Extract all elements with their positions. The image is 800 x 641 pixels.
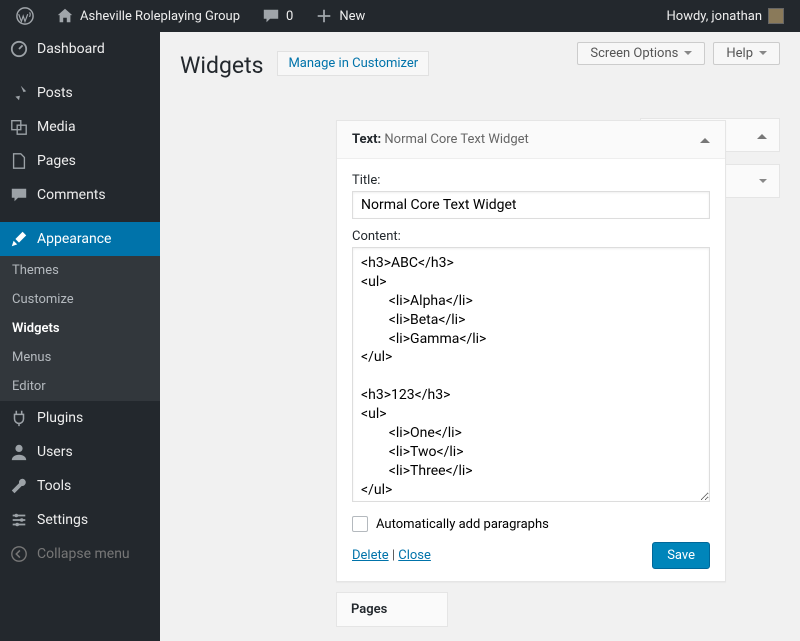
title-input[interactable] (352, 191, 710, 219)
admin-bar: Asheville Roleplaying Group 0 New Howdy,… (0, 0, 800, 32)
home-icon (56, 7, 74, 25)
menu-posts[interactable]: Posts (0, 76, 160, 110)
content-area: Screen Options Help Widgets Manage in Cu… (160, 32, 800, 641)
avatar (768, 8, 784, 24)
chevron-down-icon (684, 51, 692, 59)
collapse-icon (10, 545, 28, 563)
widget-header[interactable]: Text: Normal Core Text Widget (337, 121, 725, 159)
submenu-menus[interactable]: Menus (0, 343, 160, 372)
delete-link[interactable]: Delete (352, 548, 389, 563)
submenu-widgets[interactable]: Widgets (0, 314, 160, 343)
page-title: Widgets (180, 52, 263, 79)
title-label: Title: (352, 173, 710, 188)
submenu-customize[interactable]: Customize (0, 285, 160, 314)
wrench-icon (10, 477, 28, 495)
comment-icon (262, 7, 280, 25)
pages-widget-bar[interactable]: Pages (336, 592, 448, 627)
plug-icon (10, 409, 28, 427)
close-link[interactable]: Close (398, 548, 431, 563)
site-link[interactable]: Asheville Roleplaying Group (48, 7, 248, 25)
sliders-icon (10, 511, 28, 529)
menu-users[interactable]: Users (0, 435, 160, 469)
widget-name: Normal Core Text Widget (384, 132, 528, 147)
chevron-up-icon (700, 133, 710, 143)
screen-options-button[interactable]: Screen Options (577, 42, 705, 65)
content-textarea[interactable] (352, 247, 710, 502)
pin-icon (10, 84, 28, 102)
submenu-themes[interactable]: Themes (0, 256, 160, 285)
new-link[interactable]: New (307, 7, 373, 25)
checkbox-icon[interactable] (352, 516, 368, 532)
customizer-link[interactable]: Manage in Customizer (277, 51, 429, 76)
page-icon (10, 152, 28, 170)
comments-icon (10, 186, 28, 204)
chevron-down-icon (759, 51, 767, 59)
menu-appearance[interactable]: Appearance (0, 222, 160, 256)
wordpress-icon (16, 7, 34, 25)
widget-text: Text: Normal Core Text Widget Title: Con… (336, 120, 726, 582)
admin-sidebar: Dashboard Posts Media Pages Comments App… (0, 32, 160, 641)
content-label: Content: (352, 229, 710, 244)
menu-media[interactable]: Media (0, 110, 160, 144)
media-icon (10, 118, 28, 136)
menu-comments[interactable]: Comments (0, 178, 160, 212)
user-icon (10, 443, 28, 461)
menu-plugins[interactable]: Plugins (0, 401, 160, 435)
menu-dashboard[interactable]: Dashboard (0, 32, 160, 66)
chevron-up-icon (757, 129, 767, 139)
comments-link[interactable]: 0 (254, 7, 301, 25)
wp-logo[interactable] (8, 7, 42, 25)
submenu-editor[interactable]: Editor (0, 372, 160, 401)
menu-pages[interactable]: Pages (0, 144, 160, 178)
widget-type: Text: (352, 132, 381, 147)
dashboard-icon (10, 40, 28, 58)
help-button[interactable]: Help (713, 42, 780, 65)
account-link[interactable]: Howdy, jonathan (659, 8, 792, 24)
autop-label: Automatically add paragraphs (376, 517, 549, 532)
chevron-down-icon (759, 179, 767, 187)
submenu-appearance: Themes Customize Widgets Menus Editor (0, 256, 160, 401)
autop-checkbox-row[interactable]: Automatically add paragraphs (352, 516, 710, 532)
menu-settings[interactable]: Settings (0, 503, 160, 537)
brush-icon (10, 230, 28, 248)
widget-actions: Delete | Close (352, 548, 431, 563)
collapse-menu[interactable]: Collapse menu (0, 537, 160, 571)
menu-tools[interactable]: Tools (0, 469, 160, 503)
save-button[interactable]: Save (652, 542, 710, 569)
plus-icon (315, 7, 333, 25)
